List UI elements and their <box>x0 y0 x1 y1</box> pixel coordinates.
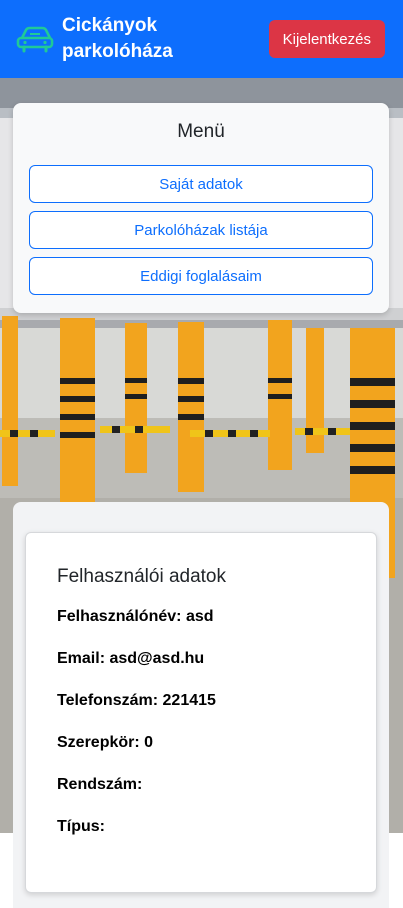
brand-title: Cickányok parkolóháza <box>62 15 173 62</box>
phone-field: Telefonszám: 221415 <box>57 691 345 711</box>
top-navbar: Cickányok parkolóháza Kijelentkezés <box>0 0 403 78</box>
car-type-field: Típus: <box>57 817 345 837</box>
brand[interactable]: Cickányok parkolóháza <box>16 13 192 65</box>
own-data-button[interactable]: Saját adatok <box>29 165 373 203</box>
phone-value: 221415 <box>162 692 216 709</box>
plate-number-label: Rendszám: <box>57 776 143 793</box>
menu-card: Menü Saját adatok Parkolóházak listája E… <box>13 103 389 313</box>
username-label: Felhasználónév: <box>57 608 182 625</box>
past-bookings-button[interactable]: Eddigi foglalásaim <box>29 257 373 295</box>
username-field: Felhasználónév: asd <box>57 607 345 627</box>
email-value: asd@asd.hu <box>109 650 205 667</box>
phone-label: Telefonszám: <box>57 692 159 709</box>
logout-button[interactable]: Kijelentkezés <box>268 20 385 58</box>
parking-garages-list-button[interactable]: Parkolóházak listája <box>29 211 373 249</box>
plate-number-field: Rendszám: <box>57 775 345 795</box>
user-data-title: Felhasználói adatok <box>57 566 226 587</box>
role-field: Szerepkör: 0 <box>57 733 345 753</box>
menu-title: Menü <box>177 121 225 142</box>
car-type-label: Típus: <box>57 818 105 835</box>
email-field: Email: asd@asd.hu <box>57 649 345 669</box>
car-icon <box>16 26 54 53</box>
email-label: Email: <box>57 650 106 667</box>
username-value: asd <box>185 608 214 625</box>
role-value: 0 <box>144 734 154 751</box>
user-data-card: Felhasználói adatok Felhasználónév: asd … <box>25 532 377 893</box>
role-label: Szerepkör: <box>57 734 140 751</box>
